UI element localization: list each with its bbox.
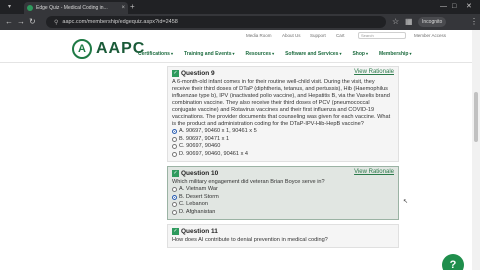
close-tab-icon[interactable]: × <box>121 5 125 11</box>
nav-certifications[interactable]: Certifications▾ <box>138 51 173 57</box>
nav-shop[interactable]: Shop▾ <box>352 51 368 57</box>
cart-link[interactable]: Cart <box>336 33 345 38</box>
reload-icon[interactable]: ↻ <box>29 17 36 27</box>
answered-check-icon: ✓ <box>172 70 179 77</box>
support-link[interactable]: Support <box>310 33 326 38</box>
back-icon[interactable]: ← <box>5 17 13 27</box>
mouse-cursor-icon: ↖ <box>403 199 409 205</box>
question-text: A 6-month-old infant comes in for their … <box>172 79 391 127</box>
profile-incognito-chip[interactable]: Incognito <box>418 17 447 27</box>
logo-emblem-icon: A <box>72 39 92 59</box>
question-title: Question 9 <box>181 70 215 77</box>
browser-window: ▾ Edge Quiz - Medical Coding in... × + —… <box>0 0 480 270</box>
new-tab-button[interactable]: + <box>130 2 135 12</box>
radio-button[interactable] <box>172 209 177 215</box>
tab-strip: ▾ Edge Quiz - Medical Coding in... × + —… <box>0 0 480 14</box>
media-room-link[interactable]: Media Room <box>246 33 272 38</box>
answer-option[interactable]: B. 90697, 90471 x 1 <box>172 136 394 144</box>
radio-button[interactable] <box>172 144 177 150</box>
tab-search-icon[interactable]: ▾ <box>8 3 16 11</box>
about-us-link[interactable]: About Us <box>282 33 301 38</box>
quiz-container: ✓ Question 9 View Rationale A 6-month-ol… <box>167 66 399 252</box>
question-card: ✓ Question 9 View Rationale A 6-month-ol… <box>167 66 399 162</box>
site-info-icon[interactable]: ⚲ <box>54 19 58 26</box>
scrollbar[interactable] <box>472 30 480 270</box>
question-card: ✓ Question 10 View Rationale Which milit… <box>167 166 399 220</box>
chevron-down-icon: ▾ <box>232 51 235 56</box>
browser-menu-icon[interactable]: ⋮ <box>470 17 478 27</box>
radio-button[interactable] <box>172 202 177 208</box>
browser-toolbar: ← → ↻ ⚲ aapc.com/membership/edgequiz.asp… <box>0 14 480 30</box>
extensions-icon[interactable]: ▦ <box>405 17 413 27</box>
radio-button[interactable] <box>172 151 177 157</box>
question-title: Question 10 <box>181 170 219 177</box>
tab-title: Edge Quiz - Medical Coding in... <box>36 5 108 11</box>
chevron-down-icon: ▾ <box>339 51 342 56</box>
maximize-icon[interactable]: □ <box>452 2 456 12</box>
answered-check-icon: ✓ <box>172 228 179 235</box>
close-window-icon[interactable]: ✕ <box>466 2 472 12</box>
scrollbar-thumb[interactable] <box>474 92 478 142</box>
web-page: Media Room About Us Support Cart Search … <box>0 30 480 270</box>
main-nav: Certifications▾ Training and Events▾ Res… <box>138 51 422 57</box>
answer-option[interactable]: B. Desert Storm <box>172 194 394 202</box>
question-title: Question 11 <box>181 228 218 235</box>
incognito-label: Incognito <box>422 19 443 25</box>
chevron-down-icon: ▾ <box>170 51 173 56</box>
site-search-input[interactable]: Search <box>358 32 406 39</box>
radio-selected[interactable] <box>172 194 177 200</box>
answer-option[interactable]: D. Afghanistan <box>172 209 394 217</box>
answer-option[interactable]: A. 90697, 90460 x 1, 90461 x 5 <box>172 128 394 136</box>
header-divider <box>0 62 480 63</box>
radio-button[interactable] <box>172 187 177 193</box>
member-access-link[interactable]: Member Access <box>414 33 446 38</box>
answer-option[interactable]: C. Lebanon <box>172 201 394 209</box>
browser-tab[interactable]: Edge Quiz - Medical Coding in... × <box>24 2 128 14</box>
view-rationale-link[interactable]: View Rationale <box>354 169 394 175</box>
nav-software-and-services[interactable]: Software and Services▾ <box>285 51 341 57</box>
bookmark-star-icon[interactable]: ☆ <box>392 17 399 27</box>
nav-training-and-events[interactable]: Training and Events▾ <box>184 51 235 57</box>
radio-button[interactable] <box>172 136 177 142</box>
question-header: ✓ Question 11 <box>172 227 394 236</box>
help-button[interactable]: ? <box>442 254 464 270</box>
minimize-icon[interactable]: — <box>440 2 447 12</box>
aapc-logo[interactable]: A AAPC <box>72 39 145 59</box>
favicon-icon <box>27 5 33 11</box>
answer-option[interactable]: D. 90697, 90460, 90461 x 4 <box>172 151 394 159</box>
chevron-down-icon: ▾ <box>365 51 368 56</box>
url-text: aapc.com/membership/edgequiz.aspx?id=245… <box>62 19 178 25</box>
answer-option[interactable]: C. 90697, 90460 <box>172 143 394 151</box>
chevron-down-icon: ▾ <box>409 51 412 56</box>
forward-icon[interactable]: → <box>17 17 25 27</box>
radio-selected[interactable] <box>172 129 177 135</box>
address-bar[interactable]: ⚲ aapc.com/membership/edgequiz.aspx?id=2… <box>46 16 386 28</box>
question-card: ✓ Question 11 How does AI contribute to … <box>167 224 399 248</box>
answered-check-icon: ✓ <box>172 170 179 177</box>
answer-option[interactable]: A. Vietnam War <box>172 186 394 194</box>
chevron-down-icon: ▾ <box>272 51 275 56</box>
question-text: Which military engagement did veteran Br… <box>172 179 325 185</box>
nav-resources[interactable]: Resources▾ <box>246 51 275 57</box>
view-rationale-link[interactable]: View Rationale <box>354 69 394 75</box>
question-text: How does AI contribute to denial prevent… <box>172 237 328 243</box>
nav-membership[interactable]: Membership▾ <box>379 51 411 57</box>
